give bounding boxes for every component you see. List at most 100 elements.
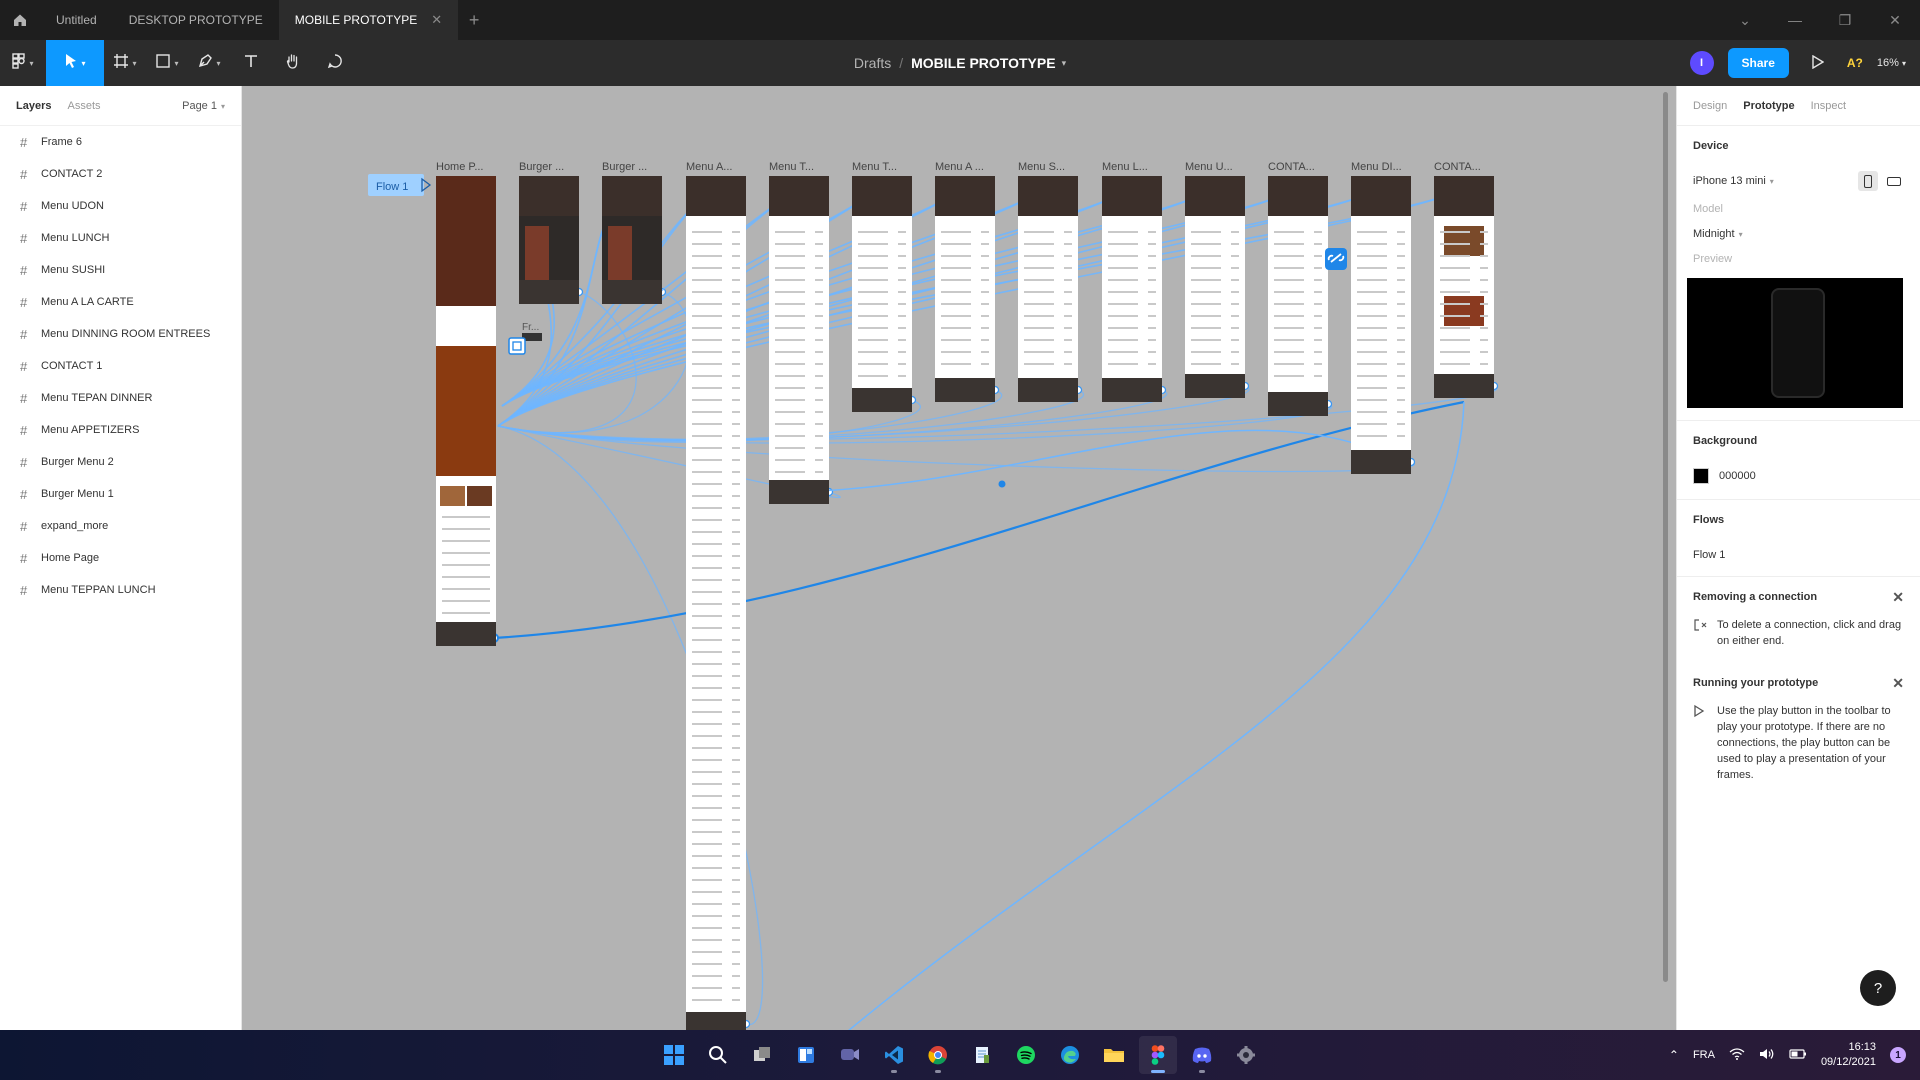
page-selector[interactable]: Page 1 ▾ — [182, 100, 225, 112]
zoom-dropdown[interactable]: 16% ▾ — [1877, 57, 1906, 69]
portrait-icon[interactable] — [1858, 171, 1878, 191]
layer-item[interactable]: # Menu APPETIZERS — [0, 414, 241, 446]
canvas-frame[interactable]: CONTA... — [1268, 161, 1328, 416]
close-window-icon[interactable]: ✕ — [1870, 12, 1920, 29]
chevron-down-icon[interactable]: ⌄ — [1720, 12, 1770, 29]
tab-design[interactable]: Design — [1693, 100, 1727, 112]
canvas-frame[interactable]: Menu L... — [1102, 161, 1162, 402]
background-hex[interactable]: 000000 — [1719, 470, 1756, 482]
vscode-icon[interactable] — [875, 1036, 913, 1074]
model-select[interactable]: Midnight ▾ — [1693, 222, 1904, 246]
tab-layers[interactable]: Layers — [16, 100, 51, 112]
layer-item[interactable]: # Menu TEPPAN LUNCH — [0, 574, 241, 606]
canvas-frame[interactable]: Menu A... — [686, 161, 746, 1030]
clock[interactable]: 16:13 09/12/2021 — [1821, 1040, 1876, 1070]
search-icon[interactable] — [699, 1036, 737, 1074]
shape-tool[interactable]: ▾ — [146, 40, 188, 86]
play-icon[interactable] — [1803, 54, 1833, 72]
layer-item[interactable]: # expand_more — [0, 510, 241, 542]
landscape-icon[interactable] — [1884, 171, 1904, 191]
canvas-frame[interactable]: Menu DI... — [1351, 161, 1411, 474]
chevron-up-icon[interactable]: ⌃ — [1669, 1048, 1679, 1062]
frame-tool[interactable]: ▾ — [104, 40, 146, 86]
layer-item[interactable]: # Burger Menu 1 — [0, 478, 241, 510]
canvas-frame[interactable]: Burger ... — [519, 161, 579, 304]
comment-tool[interactable] — [314, 40, 356, 86]
discord-icon[interactable] — [1183, 1036, 1221, 1074]
layer-item[interactable]: # Menu SUSHI — [0, 254, 241, 286]
layer-item[interactable]: # Menu UDON — [0, 190, 241, 222]
vertical-scrollbar[interactable] — [1663, 92, 1668, 982]
canvas-frame[interactable]: CONTA... — [1434, 161, 1494, 398]
breadcrumb-drafts[interactable]: Drafts — [854, 55, 891, 71]
tab-mobile-prototype[interactable]: MOBILE PROTOTYPE ✕ — [278, 0, 459, 40]
chrome-icon[interactable] — [919, 1036, 957, 1074]
canvas-frame[interactable]: Burger ... — [602, 161, 662, 304]
layer-item[interactable]: # Home Page — [0, 542, 241, 574]
connection-line[interactable] — [497, 385, 1498, 441]
flow-item[interactable]: Flow 1 — [1693, 540, 1904, 570]
flow-starting-point[interactable]: Flow 1 — [368, 174, 432, 196]
connection-midpoint[interactable] — [998, 480, 1006, 488]
tab-prototype[interactable]: Prototype — [1743, 100, 1794, 112]
notepad-icon[interactable] — [963, 1036, 1001, 1074]
widgets-icon[interactable] — [787, 1036, 825, 1074]
share-button[interactable]: Share — [1727, 48, 1789, 78]
close-icon[interactable]: ✕ — [1892, 589, 1904, 606]
help-button[interactable]: ? — [1860, 970, 1896, 1006]
selected-connection[interactable] — [493, 400, 1465, 640]
text-tool[interactable] — [230, 40, 272, 86]
language-indicator[interactable]: FRA — [1693, 1049, 1715, 1061]
notification-badge[interactable]: 1 — [1890, 1047, 1906, 1063]
avatar[interactable]: I — [1689, 51, 1714, 75]
edge-icon[interactable] — [1051, 1036, 1089, 1074]
canvas-frame[interactable]: Menu T... — [769, 161, 829, 504]
design-canvas[interactable]: Home P... Burger ... Burger ... Menu A... Me… — [242, 86, 1676, 1030]
link-icon[interactable] — [1325, 248, 1347, 270]
layer-item[interactable]: # Menu TEPAN DINNER — [0, 382, 241, 414]
tab-untitled[interactable]: Untitled — [40, 0, 113, 40]
layer-item[interactable]: # Burger Menu 2 — [0, 446, 241, 478]
close-icon[interactable]: ✕ — [1892, 675, 1904, 692]
connection-line[interactable] — [842, 401, 1465, 1030]
figma-icon[interactable] — [1139, 1036, 1177, 1074]
accessibility-button[interactable]: A? — [1847, 56, 1863, 70]
task-view-icon[interactable] — [743, 1036, 781, 1074]
settings-icon[interactable] — [1227, 1036, 1265, 1074]
tab-inspect[interactable]: Inspect — [1811, 100, 1846, 112]
teams-chat-icon[interactable] — [831, 1036, 869, 1074]
layer-item[interactable]: # Menu DINNING ROOM ENTREES — [0, 318, 241, 350]
layer-item[interactable]: # Menu LUNCH — [0, 222, 241, 254]
interaction-icon[interactable] — [508, 337, 526, 355]
close-icon[interactable]: ✕ — [431, 12, 442, 28]
windows-start-icon[interactable] — [655, 1036, 693, 1074]
tab-desktop-prototype[interactable]: DESKTOP PROTOTYPE — [113, 0, 279, 40]
wifi-icon[interactable] — [1729, 1047, 1745, 1063]
restore-icon[interactable]: ❐ — [1820, 12, 1870, 29]
minimize-icon[interactable]: — — [1770, 12, 1820, 28]
layer-item[interactable]: # Menu A LA CARTE — [0, 286, 241, 318]
file-name[interactable]: MOBILE PROTOTYPE — [911, 55, 1055, 71]
canvas-frame[interactable]: Menu U... — [1185, 161, 1245, 398]
background-color-field[interactable]: 000000 — [1693, 461, 1904, 491]
pen-tool[interactable]: ▾ — [188, 40, 230, 86]
canvas-frame[interactable]: Menu S... — [1018, 161, 1078, 402]
canvas-frame[interactable]: Menu A ... — [935, 161, 995, 402]
tab-assets[interactable]: Assets — [67, 100, 100, 112]
volume-icon[interactable] — [1759, 1048, 1775, 1063]
main-menu-button[interactable]: ▾ — [0, 40, 46, 86]
hand-tool[interactable] — [272, 40, 314, 86]
layer-item[interactable]: # Frame 6 — [0, 126, 241, 158]
device-select[interactable]: iPhone 13 mini ▾ — [1693, 166, 1904, 196]
canvas-frame[interactable]: Menu T... — [852, 161, 912, 412]
color-swatch[interactable] — [1693, 468, 1709, 484]
canvas-frame[interactable]: Home P... — [436, 161, 496, 646]
home-icon[interactable] — [0, 0, 40, 40]
layer-item[interactable]: # CONTACT 1 — [0, 350, 241, 382]
chevron-down-icon[interactable]: ▾ — [1062, 58, 1067, 69]
file-explorer-icon[interactable] — [1095, 1036, 1133, 1074]
battery-icon[interactable] — [1789, 1048, 1807, 1062]
layer-item[interactable]: # CONTACT 2 — [0, 158, 241, 190]
move-tool[interactable]: ▾ — [46, 40, 104, 86]
plus-icon[interactable]: + — [458, 10, 490, 31]
